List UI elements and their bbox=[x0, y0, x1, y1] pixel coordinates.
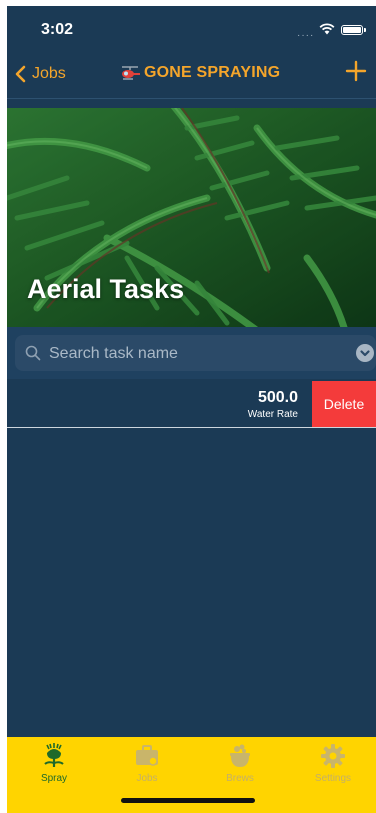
water-rate-value: 500.0 bbox=[257, 389, 298, 406]
tab-jobs-label: Jobs bbox=[136, 773, 158, 784]
chevron-down-icon bbox=[360, 350, 370, 357]
nav-title: GONE SPRAYING bbox=[119, 64, 280, 82]
wifi-icon bbox=[319, 23, 335, 35]
battery-tip bbox=[364, 28, 366, 32]
delete-button[interactable]: Delete bbox=[312, 381, 376, 427]
page-title: Aerial Tasks bbox=[27, 274, 185, 304]
search-input[interactable] bbox=[47, 335, 341, 373]
tab-settings[interactable]: Settings bbox=[297, 743, 369, 784]
search-box bbox=[15, 335, 376, 373]
chevron-left-icon bbox=[15, 65, 26, 83]
back-label: Jobs bbox=[32, 65, 66, 82]
tab-spray[interactable]: Spray bbox=[18, 743, 90, 784]
gear-icon bbox=[321, 744, 345, 768]
cellular-signal-icon: ···· bbox=[297, 30, 315, 41]
helicopter-icon bbox=[122, 66, 140, 80]
phone-screen: 3:02 ···· Jobs GONE SPRAYING Aerial Task… bbox=[7, 6, 376, 813]
battery-icon bbox=[341, 25, 363, 35]
home-indicator[interactable] bbox=[121, 798, 255, 803]
task-row[interactable]: 500.0 Water Rate Delete bbox=[7, 381, 376, 428]
tab-spray-label: Spray bbox=[40, 773, 68, 784]
app-title: GONE SPRAYING bbox=[144, 64, 281, 81]
cauldron-icon bbox=[230, 744, 250, 767]
thistle-icon bbox=[44, 743, 64, 767]
status-time: 3:02 bbox=[41, 21, 74, 38]
tab-settings-label: Settings bbox=[314, 773, 352, 784]
status-bar: 3:02 ···· bbox=[7, 6, 376, 50]
add-icon[interactable] bbox=[345, 60, 367, 82]
tab-brews[interactable]: Brews bbox=[204, 743, 276, 784]
hero-banner: Aerial Tasks bbox=[7, 108, 376, 327]
tab-jobs[interactable]: Jobs bbox=[111, 743, 183, 784]
back-button[interactable]: Jobs bbox=[15, 62, 66, 86]
tab-brews-label: Brews bbox=[226, 773, 254, 784]
filter-dropdown-button[interactable] bbox=[356, 344, 374, 362]
water-rate: 500.0 Water Rate bbox=[248, 389, 298, 420]
briefcase-icon bbox=[136, 745, 158, 766]
search-bar-container bbox=[7, 327, 376, 379]
search-icon bbox=[25, 345, 41, 361]
navigation-bar: Jobs GONE SPRAYING bbox=[7, 50, 376, 99]
water-rate-label: Water Rate bbox=[247, 409, 298, 420]
